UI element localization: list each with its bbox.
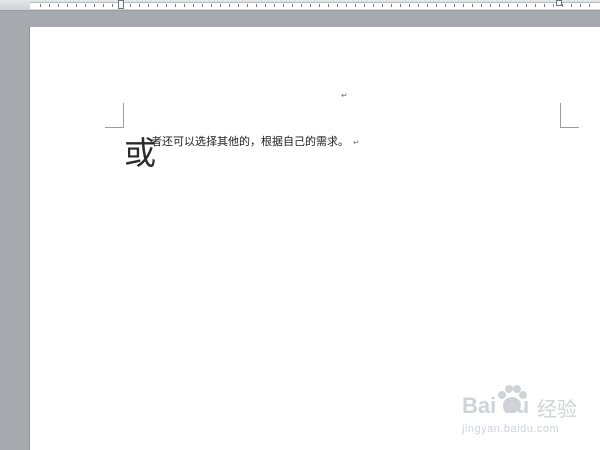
ruler-tick — [112, 4, 113, 7]
ruler-tick — [238, 4, 239, 7]
ruler-tick — [94, 4, 95, 7]
ruler-tick — [346, 4, 347, 7]
ruler-tick — [67, 4, 68, 7]
margin-corner-top-right — [560, 103, 579, 128]
ruler-tick — [463, 4, 464, 7]
watermark-experience-text: 经验 — [537, 397, 577, 421]
watermark-url: jingyan.baidu.com — [462, 423, 560, 435]
ruler-tick — [58, 4, 59, 7]
ruler-tick — [319, 4, 320, 7]
ruler-tick — [247, 4, 248, 7]
ruler-tick — [454, 4, 455, 7]
ruler-tick — [481, 4, 482, 7]
paragraph-text: 者还可以选择其他的，根据自己的需求。 ↵ — [151, 135, 360, 148]
indent-marker[interactable] — [118, 0, 124, 9]
document-workspace[interactable]: ↵ 或 者还可以选择其他的，根据自己的需求。 ↵ Bai du 经验 jingya… — [0, 0, 600, 450]
document-page[interactable]: ↵ 或 者还可以选择其他的，根据自己的需求。 ↵ Bai du 经验 jingya… — [30, 27, 600, 450]
ruler-tick — [562, 4, 563, 7]
ruler-tick — [427, 4, 428, 7]
ruler-tick — [202, 4, 203, 7]
ruler-tick — [175, 4, 176, 7]
ruler-tick — [40, 4, 41, 7]
ruler-tick — [589, 4, 590, 7]
ruler-tick — [229, 4, 230, 7]
paragraph-end-mark-icon: ↵ — [353, 138, 360, 147]
ruler-tick — [364, 4, 365, 7]
ruler-tick — [76, 4, 77, 7]
ruler-tick — [310, 4, 311, 7]
ruler-tick — [49, 4, 50, 7]
ruler-tick — [130, 4, 131, 7]
ruler-tick — [85, 4, 86, 7]
horizontal-ruler[interactable] — [0, 0, 600, 11]
paragraph-mark-icon: ↵ — [341, 91, 348, 100]
ruler-tick — [535, 4, 536, 7]
ruler-tick — [553, 4, 554, 7]
ruler-tick — [355, 4, 356, 7]
baidu-watermark: Bai du 经验 jingyan.baidu.com — [462, 381, 600, 443]
ruler-tick — [184, 4, 185, 7]
ruler-tick — [283, 4, 284, 7]
ruler-tick — [139, 4, 140, 7]
ruler-tick — [400, 4, 401, 7]
ruler-tick — [103, 4, 104, 7]
ruler-tick — [526, 4, 527, 7]
ruler-tick — [157, 4, 158, 7]
ruler-tick — [418, 4, 419, 7]
ruler-tick — [391, 4, 392, 7]
ruler-tick — [580, 4, 581, 7]
margin-corner-top-left — [105, 103, 124, 128]
ruler-tick — [148, 4, 149, 7]
ruler-tick — [211, 4, 212, 7]
ruler-tick — [382, 4, 383, 7]
ruler-tick — [301, 4, 302, 7]
ruler-tick — [409, 4, 410, 7]
ruler-track — [30, 2, 600, 9]
ruler-tick — [256, 4, 257, 7]
ruler-tick — [472, 4, 473, 7]
ruler-tick — [490, 4, 491, 7]
ruler-tick — [292, 4, 293, 7]
ruler-tick — [193, 4, 194, 7]
ruler-tick — [436, 4, 437, 7]
ruler-tick — [445, 4, 446, 7]
ruler-tick — [517, 4, 518, 7]
ruler-tick — [328, 4, 329, 7]
ruler-tick — [499, 4, 500, 7]
right-indent-marker[interactable] — [556, 0, 562, 6]
ruler-tick — [373, 4, 374, 7]
ruler-tick — [166, 4, 167, 7]
paw-icon — [498, 385, 527, 413]
ruler-tick — [508, 4, 509, 7]
ruler-tick — [571, 4, 572, 7]
ruler-tick — [274, 4, 275, 7]
ruler-tick — [220, 4, 221, 7]
ruler-tick — [544, 4, 545, 7]
ruler-tick — [337, 4, 338, 7]
ruler-tick — [265, 4, 266, 7]
